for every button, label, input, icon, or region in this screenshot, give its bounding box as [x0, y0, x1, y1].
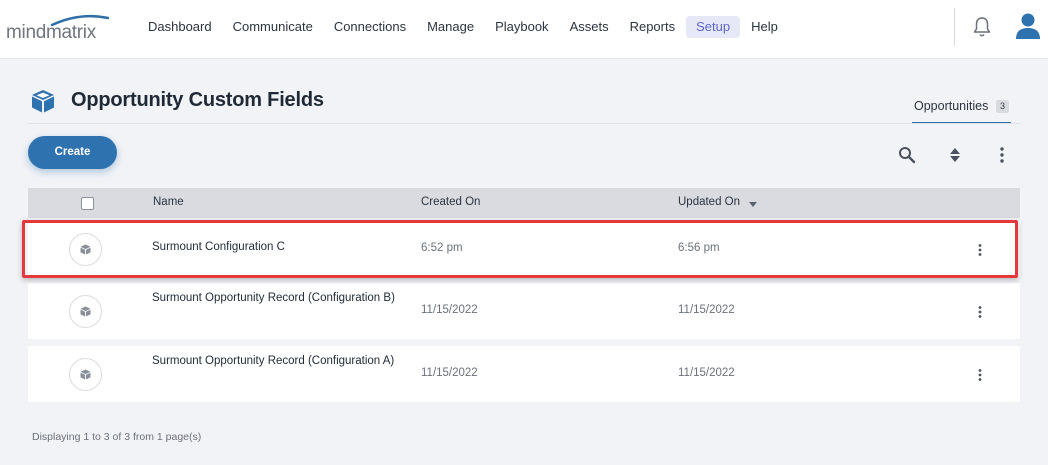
tab-opportunities[interactable]: Opportunities — [914, 99, 988, 113]
table-row[interactable]: Surmount Opportunity Record (Configurati… — [28, 346, 1020, 402]
tab-count-badge: 3 — [996, 100, 1009, 113]
pagination-summary: Displaying 1 to 3 of 3 from 1 page(s) — [32, 431, 202, 443]
create-button[interactable]: Create — [28, 136, 117, 169]
nav-communicate[interactable]: Communicate — [223, 16, 323, 38]
more-options-icon[interactable] — [998, 146, 1006, 164]
nav-connections[interactable]: Connections — [324, 16, 416, 38]
logo-swoosh-icon — [50, 14, 110, 26]
search-icon[interactable] — [898, 146, 916, 164]
user-avatar-icon[interactable] — [1015, 12, 1041, 40]
row-more-icon[interactable] — [976, 368, 984, 382]
column-header-updated-on[interactable]: Updated On — [678, 196, 740, 208]
row-created-on: 11/15/2022 — [421, 304, 478, 316]
nav-reports[interactable]: Reports — [620, 16, 686, 38]
row-updated-on: 11/15/2022 — [678, 304, 735, 316]
row-highlight-box — [22, 220, 1018, 278]
select-all-checkbox[interactable] — [81, 197, 94, 210]
column-header-name[interactable]: Name — [153, 196, 184, 208]
nav-help[interactable]: Help — [741, 16, 788, 38]
cube-icon — [32, 90, 54, 113]
nav-divider — [954, 8, 955, 46]
sort-descending-icon[interactable] — [749, 202, 757, 207]
cube-icon — [80, 306, 91, 317]
row-item-icon — [69, 358, 102, 391]
cube-icon — [80, 369, 91, 380]
nav-assets[interactable]: Assets — [560, 16, 619, 38]
column-header-created-on[interactable]: Created On — [421, 196, 480, 208]
top-navbar: mindmatrix Dashboard Communicate Connect… — [0, 0, 1048, 59]
row-name[interactable]: Surmount Opportunity Record (Configurati… — [152, 289, 402, 307]
nav-playbook[interactable]: Playbook — [485, 16, 558, 38]
row-more-icon[interactable] — [976, 305, 984, 319]
row-created-on: 11/15/2022 — [421, 367, 478, 379]
page-title: Opportunity Custom Fields — [71, 89, 324, 111]
table-header: Name Created On Updated On — [28, 188, 1020, 218]
row-name[interactable]: Surmount Opportunity Record (Configurati… — [152, 352, 402, 370]
title-divider — [28, 123, 1020, 124]
nav-setup[interactable]: Setup — [686, 16, 741, 38]
mindmatrix-logo[interactable]: mindmatrix — [6, 14, 110, 44]
bell-icon[interactable] — [972, 16, 992, 38]
row-item-icon — [69, 295, 102, 328]
row-updated-on: 11/15/2022 — [678, 367, 735, 379]
nav-manage[interactable]: Manage — [417, 16, 484, 38]
nav-dashboard[interactable]: Dashboard — [138, 16, 222, 38]
sort-icon[interactable] — [948, 146, 962, 164]
table-row[interactable]: Surmount Opportunity Record (Configurati… — [28, 283, 1020, 339]
main-nav: Dashboard Communicate Connections Manage… — [138, 16, 789, 38]
